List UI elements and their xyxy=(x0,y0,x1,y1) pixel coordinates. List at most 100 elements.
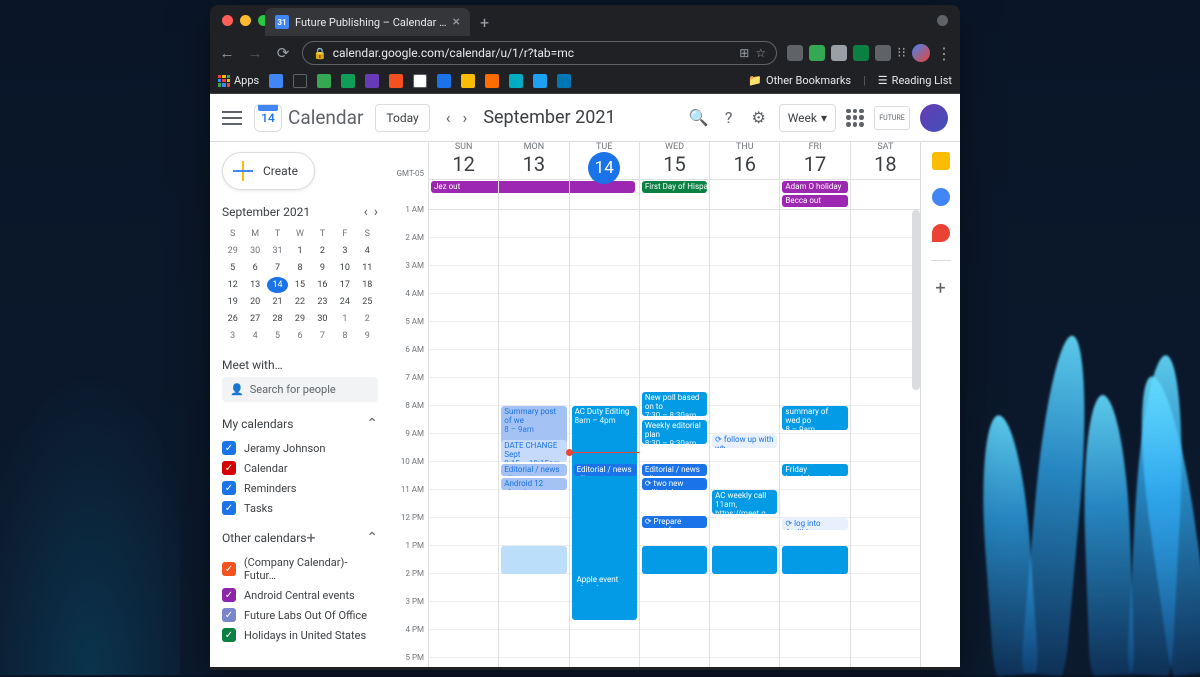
mini-day-cell[interactable]: 30 xyxy=(244,243,265,259)
calendar-checkbox[interactable]: ✓ xyxy=(222,608,236,622)
day-header[interactable]: SUN12 xyxy=(429,142,498,180)
hour-grid[interactable]: ⟳ follow up with whAC weekly call11am, h… xyxy=(710,210,779,667)
search-people-input[interactable]: 👤 Search for people xyxy=(222,377,378,402)
mini-day-cell[interactable]: 7 xyxy=(267,260,288,276)
browser-menu-icon[interactable]: ⋮ xyxy=(936,44,952,63)
back-button[interactable]: ← xyxy=(218,44,236,62)
mini-day-cell[interactable]: 12 xyxy=(222,277,243,293)
hour-grid[interactable]: AC Duty Editing8am – 4pmEditorial / news… xyxy=(570,210,639,667)
hour-grid[interactable] xyxy=(851,210,920,667)
help-button[interactable]: ? xyxy=(719,108,739,128)
mini-day-cell[interactable]: 8 xyxy=(289,260,310,276)
other-bookmarks[interactable]: 📁Other Bookmarks xyxy=(748,74,851,87)
google-apps-button[interactable] xyxy=(846,109,864,127)
calendar-event[interactable]: ⟳ follow up with wh xyxy=(712,434,777,448)
minimize-window-button[interactable] xyxy=(240,15,251,26)
day-header[interactable]: MON13 xyxy=(499,142,568,180)
bookmark-icon[interactable] xyxy=(485,74,499,88)
calendar-event[interactable]: ⟳ Prepare report fo xyxy=(642,516,707,528)
tasks-icon[interactable] xyxy=(932,188,950,206)
allday-row[interactable] xyxy=(710,180,779,210)
reload-button[interactable]: ⟳ xyxy=(274,44,292,62)
bookmark-icon[interactable] xyxy=(269,74,283,88)
bookmark-icon[interactable] xyxy=(509,74,523,88)
calendar-item[interactable]: ✓Android Central events xyxy=(222,585,378,605)
bookmark-icon[interactable] xyxy=(557,74,571,88)
mini-day-cell[interactable]: 10 xyxy=(334,260,355,276)
calendar-item[interactable]: ✓Jeramy Johnson xyxy=(222,438,378,458)
calendar-event[interactable]: Apple event plannin xyxy=(574,574,637,586)
calendar-event[interactable] xyxy=(782,546,847,574)
mini-day-cell[interactable]: 3 xyxy=(222,328,243,344)
keep-icon[interactable] xyxy=(932,152,950,170)
mini-day-cell[interactable]: 30 xyxy=(312,311,333,327)
mini-day-cell[interactable]: 2 xyxy=(312,243,333,259)
apps-bookmark[interactable]: Apps xyxy=(218,74,259,87)
hour-grid[interactable] xyxy=(429,210,498,667)
profile-avatar-icon[interactable] xyxy=(912,44,930,62)
calendar-event[interactable]: Editorial / news pitc xyxy=(574,464,637,476)
calendar-event[interactable]: DATE CHANGE Sept9:15 – 10:15am xyxy=(501,440,566,462)
allday-row[interactable] xyxy=(499,180,568,210)
calendar-event[interactable]: summary of wed po8 – 9am xyxy=(782,406,847,430)
mini-prev-button[interactable]: ‹ xyxy=(364,204,368,220)
bookmark-icon[interactable] xyxy=(437,74,451,88)
mini-day-cell[interactable]: 18 xyxy=(357,277,378,293)
mini-day-cell[interactable]: 7 xyxy=(312,328,333,344)
allday-row[interactable] xyxy=(851,180,920,210)
bookmark-star-icon[interactable]: ☆ xyxy=(755,46,766,60)
mini-day-cell[interactable]: 11 xyxy=(357,260,378,276)
extension-icon[interactable] xyxy=(831,45,847,61)
mini-day-cell[interactable]: 20 xyxy=(244,294,265,310)
bookmark-icon[interactable] xyxy=(317,74,331,88)
calendar-event[interactable]: Android 12 planning xyxy=(501,478,566,490)
bookmark-icon[interactable] xyxy=(341,74,355,88)
create-event-button[interactable]: Create xyxy=(222,152,315,190)
bookmark-icon[interactable] xyxy=(365,74,379,88)
calendar-item[interactable]: ✓(Company Calendar)-Futur… xyxy=(222,553,378,585)
url-input[interactable]: 🔒 calendar.google.com/calendar/u/1/r?tab… xyxy=(302,41,777,65)
extension-icon[interactable] xyxy=(787,45,803,61)
day-header[interactable]: TUE14 xyxy=(570,142,639,180)
account-avatar[interactable] xyxy=(920,104,948,132)
add-calendar-button[interactable]: + xyxy=(306,528,315,547)
mini-day-cell[interactable]: 31 xyxy=(267,243,288,259)
calendar-event[interactable]: Weekly editorial plan8:30 – 9:30am xyxy=(642,420,707,444)
allday-row[interactable]: Adam O holidayBecca out xyxy=(780,180,849,210)
close-tab-button[interactable]: × xyxy=(452,14,459,30)
mini-day-cell[interactable]: 6 xyxy=(289,328,310,344)
mini-day-cell[interactable]: 5 xyxy=(222,260,243,276)
mini-day-cell[interactable]: 24 xyxy=(334,294,355,310)
allday-event[interactable]: First Day of Hispan xyxy=(642,181,707,193)
calendar-event[interactable] xyxy=(712,546,777,574)
calendar-checkbox[interactable]: ✓ xyxy=(222,562,236,576)
mini-day-cell[interactable]: 22 xyxy=(289,294,310,310)
extension-icon[interactable] xyxy=(853,45,869,61)
day-header[interactable]: FRI17 xyxy=(780,142,849,180)
next-period-button[interactable]: › xyxy=(459,106,472,129)
add-panel-button[interactable]: + xyxy=(932,279,950,297)
mini-day-cell[interactable]: 23 xyxy=(312,294,333,310)
main-menu-button[interactable] xyxy=(222,111,242,125)
calendar-event[interactable]: New poll based on to7:30 – 8:30am xyxy=(642,392,707,416)
calendar-event[interactable]: ⟳ log into Audible a xyxy=(782,518,847,530)
mini-day-cell[interactable]: 3 xyxy=(334,243,355,259)
calendar-event[interactable] xyxy=(501,546,566,574)
calendar-event[interactable]: ⟳ two new editorial xyxy=(642,478,707,490)
mini-day-cell[interactable]: 15 xyxy=(289,277,310,293)
prev-period-button[interactable]: ‹ xyxy=(442,106,455,129)
tab-strip-close-icon[interactable] xyxy=(937,15,948,26)
mini-day-cell[interactable]: 14 xyxy=(267,277,288,293)
scrollbar[interactable] xyxy=(912,210,920,390)
hour-grid[interactable]: Summary post of we8 – 9amDATE CHANGE Sep… xyxy=(499,210,568,667)
mini-day-cell[interactable]: 29 xyxy=(222,243,243,259)
settings-button[interactable]: ⚙ xyxy=(749,108,769,128)
mini-day-cell[interactable]: 25 xyxy=(357,294,378,310)
today-button[interactable]: Today xyxy=(375,104,429,132)
mini-day-cell[interactable]: 19 xyxy=(222,294,243,310)
day-header[interactable]: WED15 xyxy=(640,142,709,180)
mini-day-cell[interactable]: 29 xyxy=(289,311,310,327)
close-window-button[interactable] xyxy=(222,15,233,26)
calendar-checkbox[interactable]: ✓ xyxy=(222,461,236,475)
mini-day-cell[interactable]: 8 xyxy=(334,328,355,344)
